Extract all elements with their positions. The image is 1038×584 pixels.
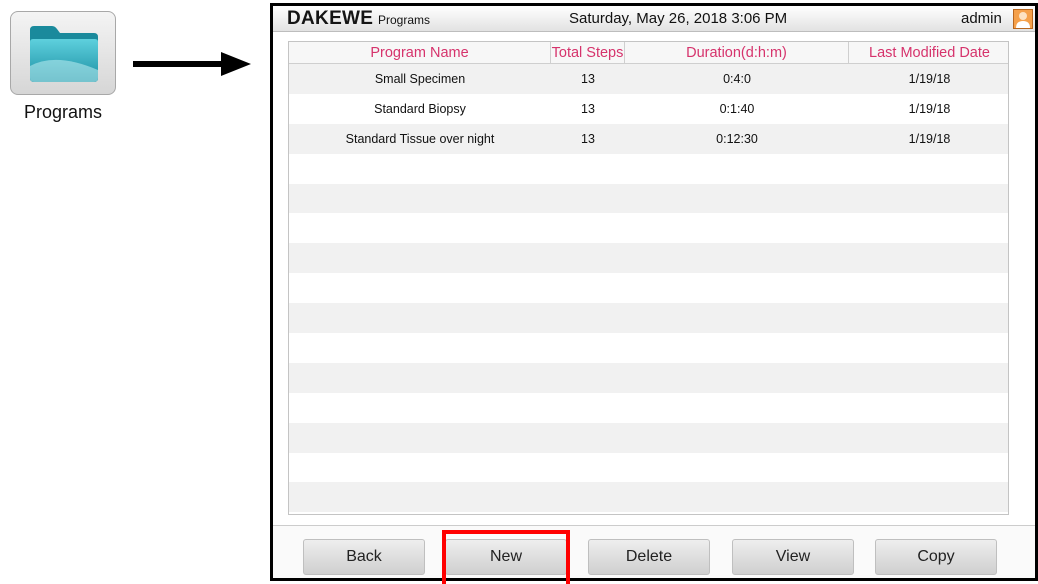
cell-program-name: Standard Biopsy bbox=[374, 101, 466, 116]
empty-row[interactable] bbox=[289, 243, 1008, 274]
programs-table: Program Name Total Steps Duration(d:h:m)… bbox=[288, 41, 1009, 515]
column-header-last-modified[interactable]: Last Modified Date bbox=[849, 42, 1008, 64]
new-button[interactable]: New bbox=[445, 539, 567, 575]
programs-launcher-label: Programs bbox=[23, 102, 103, 122]
copy-button[interactable]: Copy bbox=[875, 539, 997, 575]
empty-row[interactable] bbox=[289, 482, 1008, 513]
empty-row[interactable] bbox=[289, 422, 1008, 453]
column-header-duration[interactable]: Duration(d:h:m) bbox=[625, 42, 849, 64]
empty-row[interactable] bbox=[289, 154, 1008, 184]
view-button[interactable]: View bbox=[732, 539, 854, 575]
table-row[interactable]: Standard Tissue over night 13 0:12:30 1/… bbox=[289, 123, 1008, 154]
date-time: Saturday, May 26, 2018 3:06 PM bbox=[569, 10, 788, 27]
empty-row[interactable] bbox=[289, 512, 1008, 514]
page-title: Programs bbox=[378, 13, 431, 27]
back-button[interactable]: Back bbox=[303, 539, 425, 575]
cell-duration: 0:12:30 bbox=[716, 131, 758, 146]
table-header: Program Name Total Steps Duration(d:h:m)… bbox=[289, 42, 1008, 64]
arrow-right-icon bbox=[133, 52, 251, 76]
empty-row[interactable] bbox=[289, 393, 1008, 423]
table-row[interactable]: Small Specimen 13 0:4:0 1/19/18 bbox=[289, 64, 1008, 94]
cell-total-steps: 13 bbox=[581, 131, 595, 146]
cell-last-modified: 1/19/18 bbox=[908, 101, 951, 116]
cell-duration: 0:4:0 bbox=[723, 72, 751, 86]
cell-duration: 0:1:40 bbox=[719, 101, 755, 116]
button-bar: Back New Delete View Copy bbox=[273, 525, 1035, 578]
empty-row[interactable] bbox=[289, 213, 1008, 243]
column-header-program-name[interactable]: Program Name bbox=[289, 42, 551, 64]
cell-total-steps: 13 bbox=[581, 101, 595, 116]
empty-row[interactable] bbox=[289, 303, 1008, 334]
cell-last-modified: 1/19/18 bbox=[908, 72, 951, 86]
cell-program-name: Small Specimen bbox=[374, 72, 466, 86]
delete-button[interactable]: Delete bbox=[588, 539, 710, 575]
programs-launcher-button[interactable] bbox=[10, 11, 116, 95]
cell-last-modified: 1/19/18 bbox=[908, 131, 951, 146]
empty-row[interactable] bbox=[289, 453, 1008, 483]
folder-icon bbox=[30, 26, 98, 82]
empty-row[interactable] bbox=[289, 183, 1008, 214]
table-row[interactable]: Standard Biopsy 13 0:1:40 1/19/18 bbox=[289, 94, 1008, 124]
cell-program-name: Standard Tissue over night bbox=[345, 131, 495, 146]
table-body: Small Specimen 13 0:4:0 1/19/18 Standard… bbox=[289, 64, 1008, 514]
device-screen: DAKEWE Programs Saturday, May 26, 2018 3… bbox=[270, 3, 1038, 581]
empty-row[interactable] bbox=[289, 333, 1008, 363]
empty-row[interactable] bbox=[289, 273, 1008, 303]
top-bar: DAKEWE Programs Saturday, May 26, 2018 3… bbox=[273, 6, 1035, 32]
empty-row[interactable] bbox=[289, 362, 1008, 393]
user-name: admin bbox=[961, 10, 1002, 27]
brand-logo: DAKEWE bbox=[287, 8, 374, 29]
user-avatar-icon[interactable] bbox=[1013, 9, 1033, 29]
column-header-total-steps[interactable]: Total Steps bbox=[551, 42, 625, 64]
cell-total-steps: 13 bbox=[581, 72, 595, 86]
